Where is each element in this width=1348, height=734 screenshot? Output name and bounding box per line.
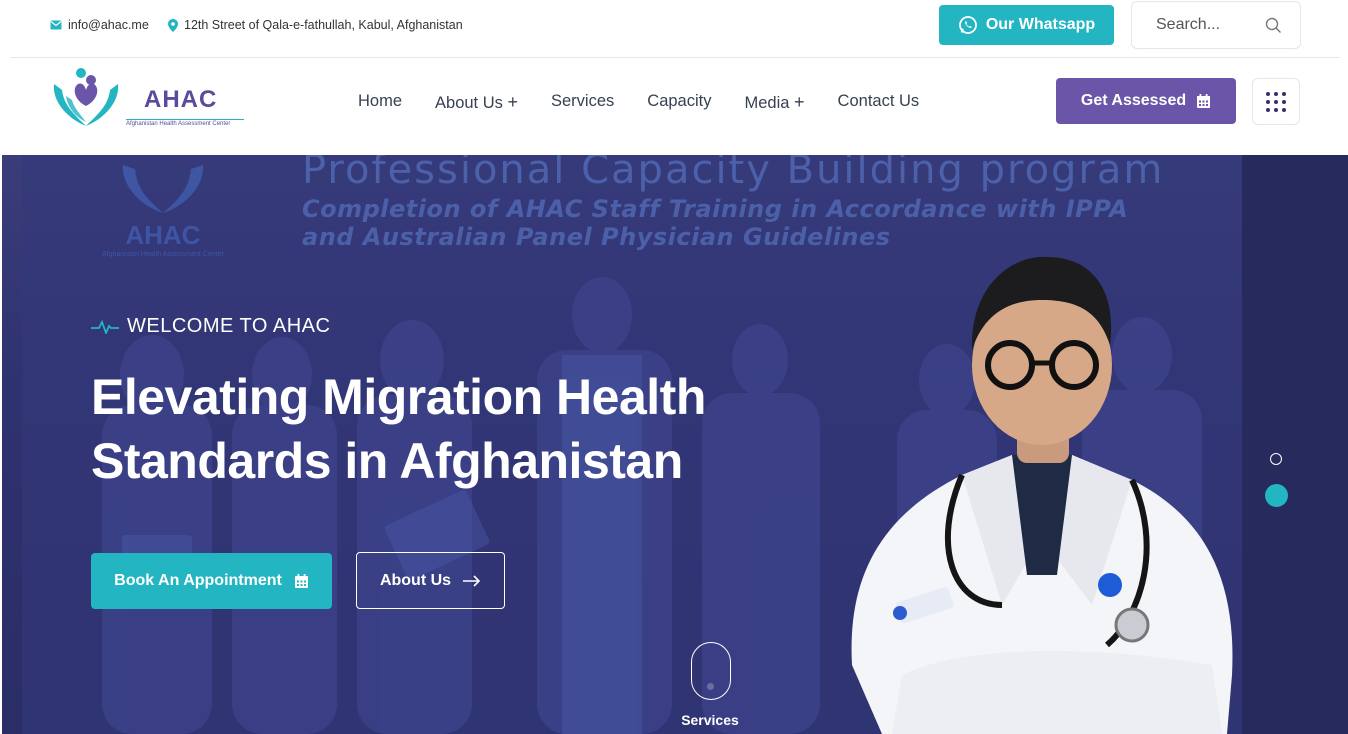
grid-dots-icon — [1266, 91, 1286, 112]
calendar-icon — [294, 573, 308, 588]
address-contact: 12th Street of Qala-e-fathullah, Kabul, … — [168, 18, 463, 32]
nav-item-capacity[interactable]: Capacity — [647, 92, 711, 113]
banner-logo-sub: Afghanistan Health Assessment Center — [102, 251, 224, 258]
hero-slider: AHAC Afghanistan Health Assessment Cente… — [2, 155, 1348, 734]
hero-eyebrow-text: WELCOME TO AHAC — [127, 315, 331, 337]
hero-headline-line-1: Elevating Migration Health — [91, 369, 706, 425]
main-navbar: AHAC Afghanistan Health Assessment Cente… — [0, 58, 1348, 155]
whatsapp-label: Our Whatsapp — [985, 16, 1096, 33]
nav-item-media[interactable]: Media + — [744, 92, 804, 113]
map-pin-icon — [168, 18, 178, 32]
hero-eyebrow: WELCOME TO AHAC — [91, 315, 330, 338]
about-us-label: About Us — [379, 571, 452, 589]
scroll-dot — [707, 683, 714, 690]
nav-menu: Home About Us + Services Capacity Media … — [358, 92, 952, 113]
nav-item-services[interactable]: Services — [551, 92, 614, 113]
book-appointment-label: Book An Appointment — [114, 572, 282, 589]
calendar-icon — [1197, 93, 1211, 108]
nav-item-home[interactable]: Home — [358, 92, 402, 113]
get-assessed-button[interactable]: Get Assessed — [1056, 78, 1236, 124]
hero-headline: Elevating Migration Health Standards in … — [91, 365, 771, 493]
whatsapp-button[interactable]: Our Whatsapp — [939, 5, 1114, 45]
hero-headline-line-2: Standards in Afghanistan — [91, 433, 683, 489]
address-text: 12th Street of Qala-e-fathullah, Kabul, … — [184, 18, 463, 32]
about-us-button[interactable]: About Us — [356, 552, 505, 609]
whatsapp-icon — [958, 16, 977, 34]
logo-brand: AHAC — [144, 86, 218, 113]
banner-line-1: Professional Capacity Building program — [302, 155, 1165, 193]
banner-logo: AHAC Afghanistan Health Assessment Cente… — [102, 165, 224, 258]
nav-item-about-us[interactable]: About Us + — [435, 92, 518, 113]
banner-line-2: Completion of AHAC Staff Training in Acc… — [302, 195, 1129, 223]
logo-hands-icon — [53, 68, 119, 126]
search-box[interactable] — [1131, 1, 1301, 49]
search-input[interactable] — [1156, 16, 1256, 34]
heartbeat-icon — [91, 319, 119, 334]
email-contact[interactable]: info@ahac.me — [50, 18, 149, 32]
site-logo[interactable]: AHAC Afghanistan Health Assessment Cente… — [52, 66, 252, 136]
plus-icon: + — [507, 92, 518, 112]
slider-dot-1[interactable] — [1270, 453, 1282, 465]
nav-item-contact-us[interactable]: Contact Us — [838, 92, 920, 113]
banner-text: Professional Capacity Building program C… — [302, 155, 1164, 251]
arrow-right-icon — [463, 574, 481, 587]
search-icon[interactable] — [1265, 17, 1282, 34]
banner-logo-text: AHAC — [125, 220, 201, 250]
slider-dot-2-active[interactable] — [1265, 484, 1288, 507]
get-assessed-label: Get Assessed — [1080, 92, 1187, 109]
doctor-image — [851, 256, 1233, 734]
logo-tagline: Afghanistan Health Assessment Center — [126, 119, 244, 127]
scroll-services-label[interactable]: Services — [662, 712, 758, 728]
top-info-bar: info@ahac.me 12th Street of Qala-e-fathu… — [0, 0, 1348, 58]
envelope-icon — [50, 20, 62, 30]
book-appointment-button[interactable]: Book An Appointment — [91, 553, 332, 609]
plus-icon: + — [794, 92, 805, 112]
banner-hands-icon — [122, 165, 204, 213]
email-text: info@ahac.me — [68, 18, 149, 32]
grid-menu-button[interactable] — [1252, 78, 1300, 125]
scroll-down-indicator[interactable] — [691, 642, 731, 700]
